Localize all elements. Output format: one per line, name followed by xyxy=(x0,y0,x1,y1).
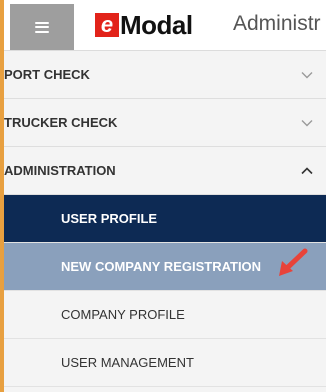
menu-item-label: USER MANAGEMENT xyxy=(61,355,194,370)
menu-item-label: USER PROFILE xyxy=(61,211,158,226)
menu-item-label: COMPANY PROFILE xyxy=(61,307,185,322)
menu-section-label: ADMINISTRATION xyxy=(4,163,116,178)
menu-toggle-button[interactable] xyxy=(10,4,74,50)
chevron-up-icon xyxy=(292,161,322,181)
emodal-logo[interactable]: e Modal xyxy=(95,10,193,40)
menu-section-port-check[interactable]: PORT CHECK xyxy=(4,51,326,99)
chevron-down-icon xyxy=(292,65,322,85)
sidebar-menu: PORT CHECK TRUCKER CHECK ADMINISTRATION … xyxy=(4,51,326,387)
menu-section-trucker-check[interactable]: TRUCKER CHECK xyxy=(4,99,326,147)
menu-section-administration[interactable]: ADMINISTRATION xyxy=(4,147,326,195)
hamburger-icon xyxy=(35,21,49,33)
annotation-arrow-icon xyxy=(279,248,308,276)
logo-wordmark: Modal xyxy=(120,9,193,40)
logo-e-mark: e xyxy=(95,13,119,37)
app-title: Administr xyxy=(233,12,321,35)
menu-section-label: PORT CHECK xyxy=(4,67,90,82)
menu-item-company-profile[interactable]: COMPANY PROFILE xyxy=(4,291,326,339)
page: e Modal Administr PORT CHECK TRUCKER CHE… xyxy=(0,0,326,392)
menu-item-user-profile[interactable]: USER PROFILE xyxy=(4,195,326,243)
chevron-down-icon xyxy=(292,113,322,133)
top-bar: e Modal Administr xyxy=(4,0,326,51)
menu-section-label: TRUCKER CHECK xyxy=(4,115,118,130)
menu-item-label: NEW COMPANY REGISTRATION xyxy=(61,259,262,274)
menu-item-user-management[interactable]: USER MANAGEMENT xyxy=(4,339,326,387)
